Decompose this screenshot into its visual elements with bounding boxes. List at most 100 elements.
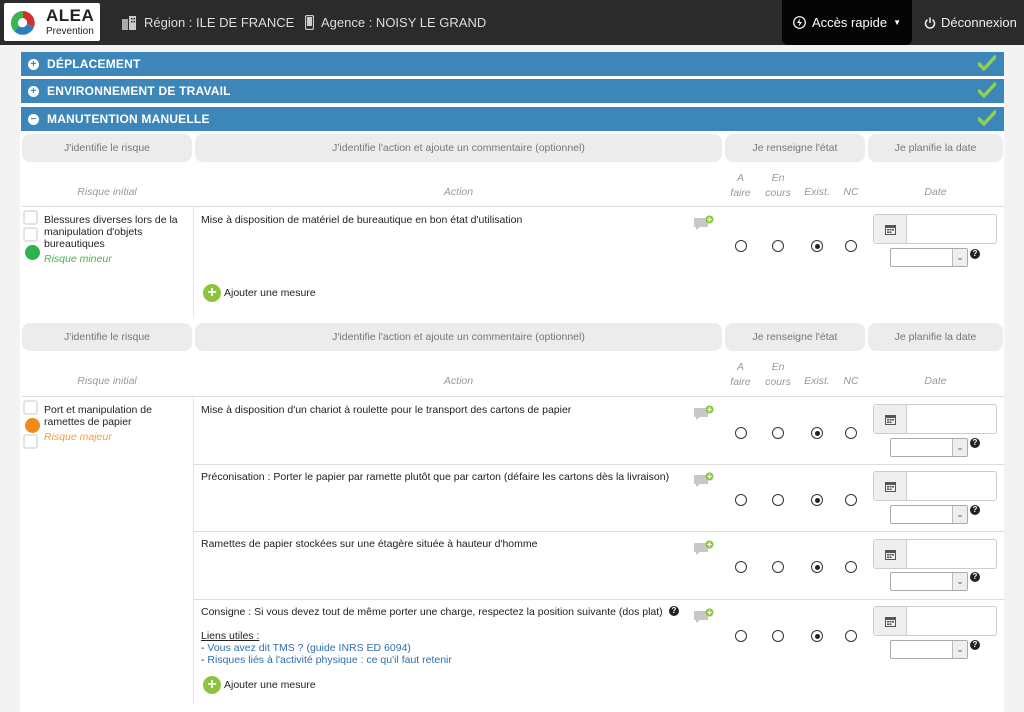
divider (22, 396, 1004, 397)
radio-a-faire[interactable] (735, 240, 747, 252)
radio-en-cours[interactable] (772, 561, 784, 573)
help-icon[interactable]: ? (970, 640, 980, 650)
risk-level-box-high[interactable] (23, 434, 38, 449)
radio-exist[interactable] (811, 561, 823, 573)
subheader-action: Action (443, 375, 474, 387)
help-icon[interactable]: ? (970, 438, 980, 448)
risk-level-box-low[interactable] (23, 210, 38, 225)
risk-level-box-mid[interactable] (23, 227, 38, 242)
calendar-icon[interactable] (874, 215, 907, 243)
header-state: Je renseigne l'état (725, 134, 865, 162)
risk-level-label: Risque mineur (44, 253, 112, 265)
header-date: Je planifie la date (868, 323, 1003, 351)
help-icon[interactable]: ? (970, 505, 980, 515)
action-text: Préconisation : Porter le papier par ram… (201, 471, 670, 483)
date-input[interactable] (873, 606, 997, 636)
chevron-down-icon: ⌄ (952, 506, 967, 523)
help-icon[interactable]: ? (970, 249, 980, 259)
calendar-icon[interactable] (874, 607, 907, 635)
date-input[interactable] (873, 214, 997, 244)
radio-nc[interactable] (845, 240, 857, 252)
radio-exist[interactable] (811, 494, 823, 506)
period-select[interactable]: ⌄ (890, 438, 968, 457)
section-deplacement[interactable]: + DÉPLACEMENT (21, 52, 1004, 76)
check-icon (978, 82, 996, 98)
add-measure-button[interactable]: + Ajouter une mesure (203, 676, 316, 694)
radio-en-cours[interactable] (772, 494, 784, 506)
period-select[interactable]: ⌄ (890, 248, 968, 267)
phone-icon (305, 15, 314, 30)
agency-info: Agence : NOISY LE GRAND (305, 15, 486, 30)
radio-exist[interactable] (811, 630, 823, 642)
period-select[interactable]: ⌄ (890, 505, 968, 524)
header-risk: J'identifie le risque (22, 134, 192, 162)
radio-a-faire[interactable] (735, 630, 747, 642)
radio-nc[interactable] (845, 630, 857, 642)
region-info: Région : ILE DE FRANCE (121, 15, 294, 30)
calendar-icon[interactable] (874, 540, 907, 568)
section-title: MANUTENTION MANUELLE (47, 112, 210, 126)
divider (22, 206, 1004, 207)
help-icon[interactable]: ? (669, 606, 679, 616)
quick-access-label: Accès rapide (811, 15, 888, 30)
building-icon (122, 15, 136, 30)
radio-exist[interactable] (811, 240, 823, 252)
region-label: Région : ILE DE FRANCE (144, 15, 295, 30)
subheader-initial-risk: Risque initial (77, 375, 137, 387)
calendar-icon[interactable] (874, 472, 907, 500)
section-manutention[interactable]: − MANUTENTION MANUELLE (21, 107, 1004, 131)
add-comment-icon[interactable] (693, 608, 715, 626)
subheader-nc: NC (843, 186, 859, 198)
radio-nc[interactable] (845, 561, 857, 573)
alea-logo[interactable]: ALEA Prevention (4, 3, 100, 41)
date-input[interactable] (873, 471, 997, 501)
section-title: DÉPLACEMENT (47, 57, 141, 71)
caret-down-icon: ▼ (893, 18, 902, 27)
subheader-en-cours: En cours (765, 361, 791, 388)
alea-logo-icon (10, 10, 36, 36)
risk-level-dot-major[interactable] (25, 418, 40, 433)
link-tms-guide[interactable]: Vous avez dit TMS ? (guide INRS ED 6094) (207, 642, 411, 654)
link-physical-activity[interactable]: Risques liés à l'activité physique : ce … (207, 654, 451, 666)
date-input[interactable] (873, 539, 997, 569)
period-select[interactable]: ⌄ (890, 640, 968, 659)
action-text: Ramettes de papier stockées sur une étag… (201, 538, 538, 550)
section-environnement[interactable]: + ENVIRONNEMENT DE TRAVAIL (21, 79, 1004, 103)
header-risk: J'identifie le risque (22, 323, 192, 351)
chevron-down-icon: ⌄ (952, 641, 967, 658)
section-title: ENVIRONNEMENT DE TRAVAIL (47, 84, 231, 98)
subheader-a-faire: Afaire (730, 172, 751, 199)
radio-en-cours[interactable] (772, 630, 784, 642)
add-comment-icon[interactable] (693, 215, 715, 233)
radio-nc[interactable] (845, 427, 857, 439)
top-navbar: ALEA Prevention Région : ILE DE FRANCE A… (0, 0, 1024, 45)
expand-icon: + (28, 58, 39, 70)
check-icon (978, 55, 996, 71)
radio-nc[interactable] (845, 494, 857, 506)
risk-level-dot-minor[interactable] (25, 245, 40, 260)
agency-label: Agence : NOISY LE GRAND (321, 15, 487, 30)
divider (194, 464, 1004, 465)
quick-access-button[interactable]: Accès rapide ▼ (782, 0, 912, 45)
subheader-exist: Exist. (804, 375, 830, 387)
useful-links: Liens utiles : - Vous avez dit TMS ? (gu… (201, 630, 452, 666)
help-icon[interactable]: ? (970, 572, 980, 582)
radio-en-cours[interactable] (772, 427, 784, 439)
radio-a-faire[interactable] (735, 427, 747, 439)
power-icon (924, 17, 936, 29)
period-select[interactable]: ⌄ (890, 572, 968, 591)
add-comment-icon[interactable] (693, 405, 715, 423)
calendar-icon[interactable] (874, 405, 907, 433)
radio-en-cours[interactable] (772, 240, 784, 252)
add-measure-button[interactable]: + Ajouter une mesure (203, 284, 316, 302)
logout-button[interactable]: Déconnexion (924, 15, 1017, 30)
radio-a-faire[interactable] (735, 561, 747, 573)
radio-exist[interactable] (811, 427, 823, 439)
risk-level-box-low[interactable] (23, 400, 38, 415)
radio-a-faire[interactable] (735, 494, 747, 506)
subheader-initial-risk: Risque initial (77, 186, 137, 198)
add-comment-icon[interactable] (693, 540, 715, 558)
useful-links-title: Liens utiles : (201, 630, 260, 642)
add-comment-icon[interactable] (693, 472, 715, 490)
date-input[interactable] (873, 404, 997, 434)
